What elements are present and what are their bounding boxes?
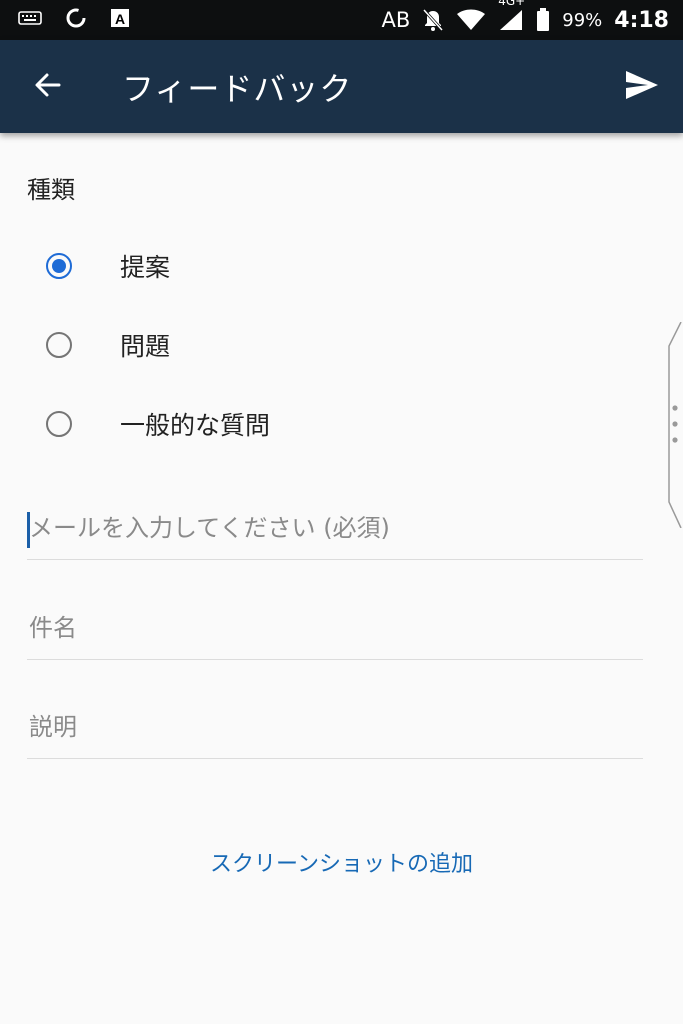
- add-screenshot-link[interactable]: スクリーンショットの追加: [0, 846, 683, 878]
- network-type: 4G+: [498, 0, 526, 8]
- mute-bell-icon: [422, 8, 444, 32]
- battery-percent: 99%: [562, 9, 603, 31]
- signal-icon: [498, 8, 524, 32]
- arrow-left-icon: [32, 70, 62, 104]
- a-box-icon: A: [110, 8, 130, 32]
- email-field[interactable]: [27, 500, 643, 556]
- carrier-text: AB: [381, 8, 411, 32]
- send-button[interactable]: [615, 60, 669, 114]
- send-icon: [624, 69, 660, 105]
- radio-option-general-question[interactable]: 一般的な質問: [46, 404, 270, 444]
- status-bar: A AB 4G+ 99% 4:18: [0, 0, 683, 40]
- wifi-icon: [456, 9, 486, 31]
- svg-text:A: A: [115, 11, 125, 27]
- edge-panel-handle[interactable]: [667, 321, 683, 529]
- radio-option-problem[interactable]: 問題: [46, 325, 170, 365]
- subject-field[interactable]: [27, 600, 643, 656]
- battery-icon: [536, 8, 550, 32]
- keyboard-icon: [18, 10, 42, 30]
- radio-button[interactable]: [46, 332, 72, 358]
- radio-button-checked[interactable]: [46, 253, 72, 279]
- description-field[interactable]: [27, 699, 643, 755]
- page-title: フィードバック: [122, 70, 353, 108]
- back-button[interactable]: [22, 62, 72, 112]
- subject-field-container: [27, 600, 643, 660]
- description-field-container: [27, 699, 643, 759]
- sync-icon: [64, 6, 88, 34]
- email-field-container: [27, 500, 643, 560]
- clock: 4:18: [614, 7, 669, 33]
- app-bar: フィードバック: [0, 40, 683, 133]
- radio-option-suggestion[interactable]: 提案: [46, 246, 170, 286]
- type-label: 種類: [27, 176, 75, 204]
- radio-label-general-question: 一般的な質問: [120, 411, 271, 440]
- radio-label-suggestion: 提案: [120, 253, 171, 282]
- radio-button[interactable]: [46, 411, 72, 437]
- radio-label-problem: 問題: [120, 332, 171, 361]
